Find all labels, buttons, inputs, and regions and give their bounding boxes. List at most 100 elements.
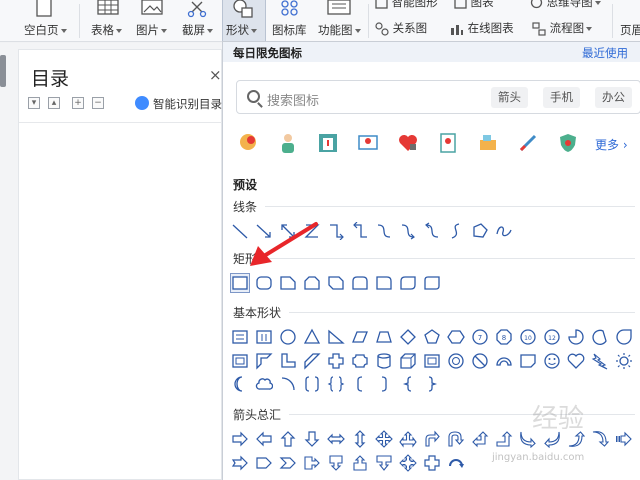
right-arrow-shape[interactable]	[231, 430, 249, 448]
chart-button[interactable]: 图表	[454, 0, 494, 10]
picture-button[interactable]: 图片	[134, 0, 178, 40]
double-bracket-shape[interactable]	[303, 375, 321, 393]
chip-office[interactable]: 办公	[595, 87, 632, 108]
table-button[interactable]: 表格	[88, 0, 132, 40]
left-right-arrow-shape[interactable]	[327, 430, 345, 448]
curved-double-arrow-connector-shape[interactable]	[423, 222, 441, 240]
heart-icon[interactable]	[397, 132, 419, 154]
flowchart-button[interactable]: 流程图	[532, 20, 593, 36]
ward-icon[interactable]	[477, 132, 499, 154]
heart-shape[interactable]	[567, 352, 585, 370]
chord-shape[interactable]	[591, 328, 609, 346]
bent-arrow-shape[interactable]	[423, 430, 441, 448]
recently-used-link[interactable]: 最近使用	[582, 45, 628, 61]
lightning-bolt-shape[interactable]	[591, 352, 609, 370]
bevel-shape[interactable]	[423, 352, 441, 370]
chevron-shape[interactable]	[279, 454, 297, 472]
blank-page-button[interactable]: 空白页	[20, 0, 74, 40]
teardrop-shape[interactable]	[615, 328, 633, 346]
chip-phone[interactable]: 手机	[543, 87, 580, 108]
plus-arrow-shape[interactable]	[423, 454, 441, 472]
online-chart-button[interactable]: 在线图表	[450, 20, 514, 36]
vertical-text-box-shape[interactable]	[255, 328, 273, 346]
remove-level-icon[interactable]: −	[92, 97, 104, 109]
dodecagon-shape[interactable]: 12	[543, 328, 561, 346]
right-brace-shape[interactable]	[423, 375, 441, 393]
elbow-double-arrow-connector-shape[interactable]	[351, 221, 369, 240]
pie-shape[interactable]	[567, 328, 585, 346]
octagon-shape[interactable]: 8	[495, 328, 513, 346]
moon-shape[interactable]	[231, 375, 249, 393]
round-same-side-rectangle-shape[interactable]	[351, 274, 369, 292]
shield-icon[interactable]	[557, 132, 579, 154]
right-bracket-shape[interactable]	[375, 375, 393, 393]
down-arrow-shape[interactable]	[303, 430, 321, 448]
shapes-button[interactable]: 形状	[222, 0, 266, 42]
hexagon-shape[interactable]	[447, 328, 465, 346]
block-arc-shape[interactable]	[495, 352, 513, 370]
text-box-shape[interactable]	[231, 328, 249, 346]
left-scroll-handle[interactable]	[0, 55, 6, 87]
curved-down-arrow-shape[interactable]	[591, 430, 610, 448]
quad-arrow-callout-shape[interactable]	[399, 454, 417, 472]
striped-right-arrow-shape[interactable]	[615, 430, 633, 448]
diagonal-stripe-shape[interactable]	[303, 352, 321, 370]
close-icon[interactable]: ×	[209, 66, 222, 84]
relationship-button[interactable]: 关系图	[375, 20, 427, 36]
doctor-icon[interactable]	[277, 132, 299, 154]
more-icons-link[interactable]: 更多 ›	[595, 136, 628, 153]
double-brace-shape[interactable]	[327, 375, 345, 393]
smiley-face-shape[interactable]	[543, 352, 561, 370]
pentagon-shape[interactable]	[423, 328, 441, 346]
half-frame-shape[interactable]	[255, 352, 273, 370]
expand-icon[interactable]: ▾	[28, 97, 40, 109]
plus-shape[interactable]	[327, 352, 345, 370]
down-arrow-callout-shape[interactable]	[327, 454, 345, 472]
curve-shape[interactable]	[447, 222, 465, 240]
parallelogram-shape[interactable]	[351, 328, 369, 346]
icon-search-box[interactable]: 搜索图标 箭头 手机 办公	[236, 80, 640, 114]
arc-shape[interactable]	[279, 375, 297, 393]
snip-corner-rectangle-shape[interactable]	[279, 274, 297, 292]
left-right-up-arrow-shape[interactable]	[399, 430, 417, 448]
l-shape[interactable]	[279, 352, 297, 370]
notched-right-arrow-shape[interactable]	[231, 454, 249, 472]
curved-connector-shape[interactable]	[375, 222, 393, 240]
mindmap-button[interactable]: 思维导图	[530, 0, 601, 10]
round-single-corner-rectangle-shape[interactable]	[375, 274, 393, 292]
up-down-arrow-shape[interactable]	[351, 430, 369, 448]
elbow-arrow-connector-shape[interactable]	[327, 222, 345, 241]
round-diagonal-rectangle-shape[interactable]	[399, 274, 417, 292]
screenshot-button[interactable]: 截屏	[180, 0, 222, 40]
circular-arrow-shape[interactable]	[447, 454, 465, 472]
diamond-shape[interactable]	[399, 328, 417, 346]
search-input[interactable]: 搜索图标	[267, 90, 319, 109]
pentagon-arrow-shape[interactable]	[255, 454, 273, 472]
function-chart-button[interactable]: 功能图	[316, 0, 366, 40]
frame-shape[interactable]	[231, 352, 249, 370]
donut-shape[interactable]	[447, 352, 465, 370]
u-turn-arrow-shape[interactable]	[447, 430, 465, 448]
round-snip-rectangle-shape[interactable]	[423, 274, 441, 292]
no-symbol-shape[interactable]	[471, 352, 489, 370]
left-bracket-shape[interactable]	[351, 375, 369, 393]
collapse-icon[interactable]: ▴	[48, 97, 60, 109]
snip-diagonal-rectangle-shape[interactable]	[327, 274, 345, 292]
triangle-shape[interactable]	[303, 328, 321, 346]
monitor-icon[interactable]	[357, 132, 379, 154]
curved-arrow-connector-shape[interactable]	[399, 222, 417, 240]
cube-shape[interactable]	[399, 352, 417, 370]
up-arrow-callout-shape[interactable]	[351, 454, 369, 472]
rounded-rectangle-shape[interactable]	[255, 274, 273, 292]
decagon-shape[interactable]: 10	[519, 328, 537, 346]
clipboard-icon[interactable]	[437, 132, 459, 154]
plaque-shape[interactable]	[351, 352, 369, 370]
hospital-icon[interactable]	[317, 132, 339, 154]
add-level-icon[interactable]: +	[72, 97, 84, 109]
up-arrow-shape[interactable]	[279, 430, 297, 448]
right-triangle-shape[interactable]	[327, 328, 345, 346]
down-callout-shape[interactable]	[375, 454, 393, 472]
quad-arrow-shape[interactable]	[375, 430, 393, 448]
cloud-shape[interactable]	[255, 375, 274, 393]
right-arrow-callout-shape[interactable]	[303, 454, 321, 472]
